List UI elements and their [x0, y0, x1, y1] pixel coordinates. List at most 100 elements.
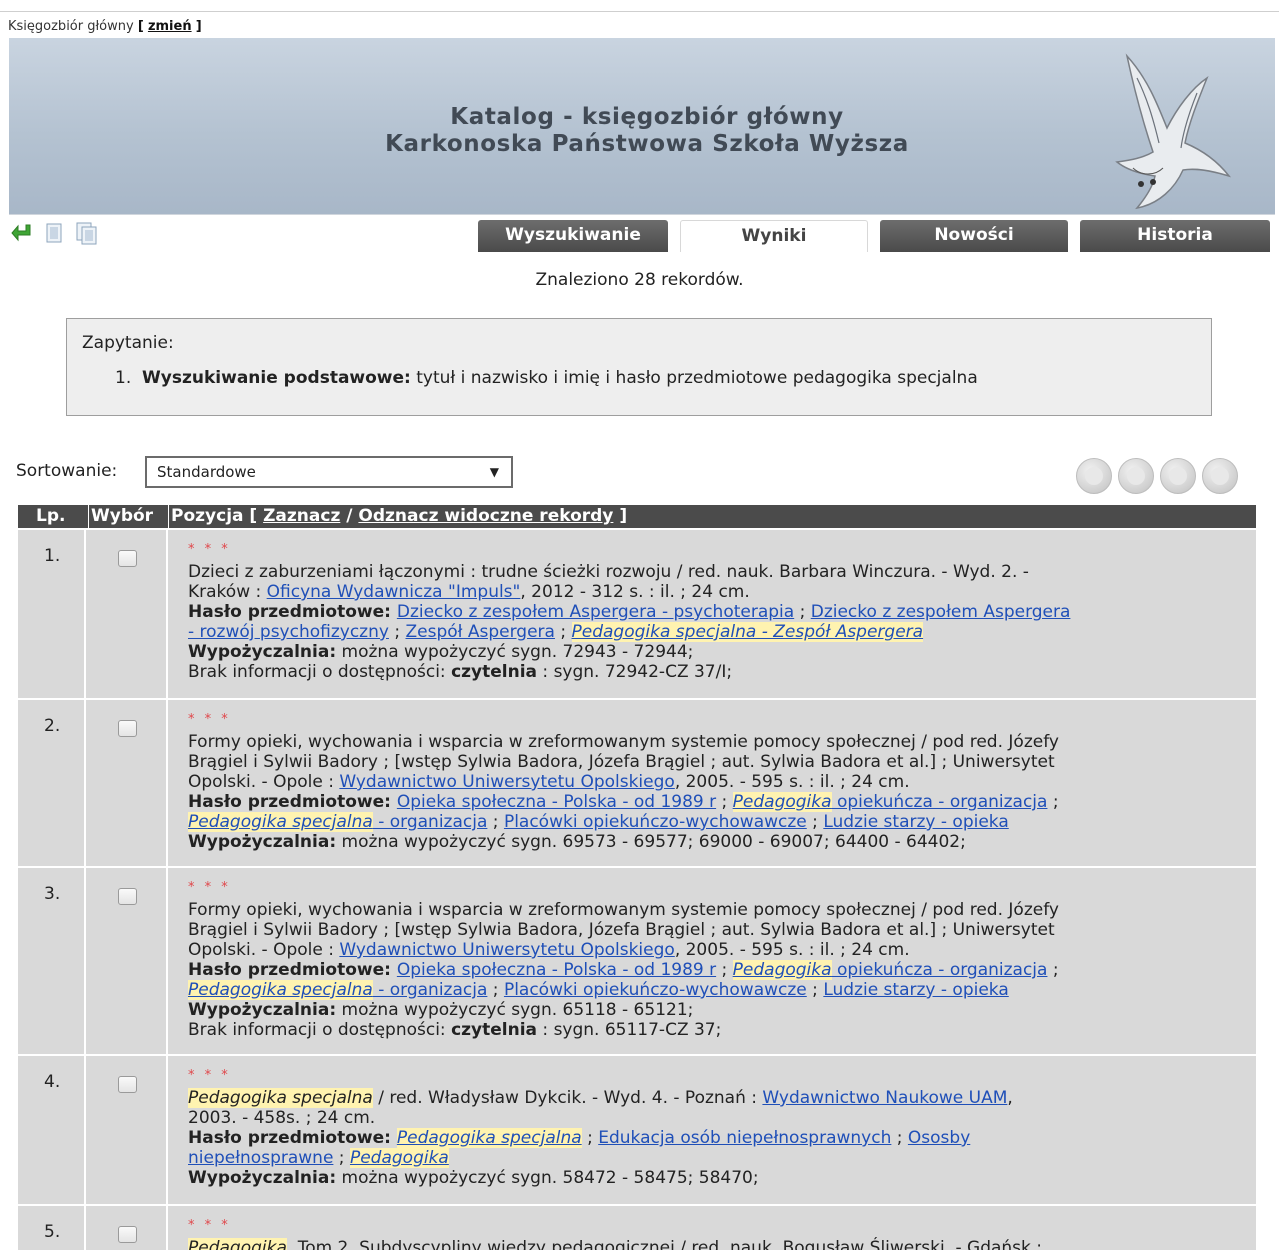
rating-stars: * * *	[188, 880, 231, 895]
header-pozycja: Pozycja [ Zaznacz / Odznacz widoczne rek…	[171, 505, 627, 528]
tab-wyniki[interactable]: Wyniki	[680, 220, 868, 252]
subject-link[interactable]: Pedagogika opiekuńcza - organizacja	[732, 792, 1047, 812]
rating-stars: * * *	[188, 1068, 231, 1083]
first-page-icon[interactable]	[1076, 458, 1112, 494]
subject-label: Hasło przedmiotowe:	[188, 960, 397, 980]
loan-label: Wypożyczalnia:	[188, 1168, 337, 1188]
institution-title: Karkonoska Państwowa Szkoła Wyższa	[385, 131, 909, 157]
back-arrow-icon[interactable]	[10, 221, 34, 245]
change-collection-link[interactable]: zmień	[148, 19, 192, 34]
row-checkbox[interactable]	[118, 1076, 137, 1093]
rating-stars: * * *	[188, 542, 231, 557]
owl-logo-icon	[1115, 53, 1232, 210]
subject-link[interactable]: Opieka społeczna - Polska - od 1989 r	[397, 792, 716, 812]
subject-link[interactable]: Ososby	[908, 1128, 970, 1148]
subject-link[interactable]: Zespół Aspergera	[405, 622, 554, 642]
tab-historia[interactable]: Historia	[1080, 220, 1270, 252]
subject-link-highlighted[interactable]: Pedagogika	[349, 1148, 449, 1168]
row-number: 1.	[18, 530, 86, 698]
deselect-visible-link[interactable]: Odznacz widoczne rekordy	[358, 506, 613, 526]
loan-text: można wypożyczyć sygn. 65118 - 65121;	[336, 1000, 694, 1020]
record-description: * * * Pedagogika specjalna / red. Władys…	[188, 1056, 1256, 1198]
table-header: Lp. Wybór Pozycja [ Zaznacz / Odznacz wi…	[18, 505, 1256, 528]
loan-label: Wypożyczalnia:	[188, 832, 337, 852]
header-separator	[88, 505, 89, 528]
collection-switcher: Księgozbiór główny [ zmień ]	[8, 19, 202, 34]
subject-link-highlighted[interactable]: Pedagogika specjalna	[396, 1128, 582, 1148]
row-select-cell	[88, 530, 168, 698]
subject-link[interactable]: Pedagogika specjalna - organizacja	[188, 812, 487, 832]
collection-label: Księgozbiór główny	[8, 19, 134, 34]
subject-link[interactable]: Ludzie starzy - opieka	[823, 812, 1008, 832]
multi-page-icon[interactable]	[74, 221, 98, 245]
record-title: Formy opieki, wychowania i wsparcia w zr…	[188, 732, 1059, 752]
record-title: Formy opieki, wychowania i wsparcia w zr…	[188, 900, 1059, 920]
record-title: Dzieci z zaburzeniami łączonymi : trudne…	[188, 562, 1029, 582]
subject-link[interactable]: Opieka społeczna - Polska - od 1989 r	[397, 960, 716, 980]
availability-text: : sygn. 72942-CZ 37/I;	[537, 662, 733, 682]
row-number: 5.	[18, 1206, 86, 1250]
highlight: Pedagogika specjalna	[188, 812, 373, 832]
table-row: 3. * * * Formy opieki, wychowania i wspa…	[18, 866, 1256, 1054]
loan-text: można wypożyczyć sygn. 58472 - 58475; 58…	[336, 1168, 759, 1188]
loan-text: można wypożyczyć sygn. 72943 - 72944;	[336, 642, 694, 662]
subject-separator: ;	[891, 1128, 908, 1148]
subject-separator: ;	[1047, 960, 1059, 980]
highlight: Pedagogika	[732, 960, 832, 980]
publisher-link[interactable]: Oficyna Wydawnicza "Impuls"	[267, 582, 521, 602]
subject-link-continued[interactable]: niepełnosprawne	[188, 1148, 333, 1168]
header-lp: Lp.	[36, 506, 66, 526]
subject-link[interactable]: Edukacja osób niepełnosprawnych	[598, 1128, 891, 1148]
record-details: ,	[1007, 1088, 1013, 1108]
table-row: 1. * * * Dzieci z zaburzeniami łączonymi…	[18, 528, 1256, 698]
row-checkbox[interactable]	[118, 1226, 137, 1243]
record-details: , 2012 - 312 s. : il. ; 24 cm.	[520, 582, 750, 602]
loan-text: można wypożyczyć sygn. 69573 - 69577; 69…	[336, 832, 966, 852]
subject-separator: ;	[333, 1148, 350, 1168]
subject-separator: ;	[716, 960, 733, 980]
row-select-cell	[88, 1206, 168, 1250]
subject-link[interactable]: Ludzie starzy - opieka	[823, 980, 1008, 1000]
query-number: 1.	[115, 368, 132, 388]
record-description: * * * Pedagogika. Tom 2, Subdyscypliny w…	[188, 1206, 1256, 1250]
subject-link[interactable]: Pedagogika specjalna - organizacja	[188, 980, 487, 1000]
next-page-icon[interactable]	[1160, 458, 1196, 494]
subject-separator: ;	[794, 602, 811, 622]
row-number: 4.	[18, 1056, 86, 1204]
subject-separator: ;	[388, 622, 406, 642]
tab-wyszukiwanie[interactable]: Wyszukiwanie	[478, 220, 668, 252]
row-checkbox[interactable]	[118, 720, 137, 737]
subject-link[interactable]: Placówki opiekuńczo-wychowawcze	[504, 980, 807, 1000]
subject-link[interactable]: Pedagogika opiekuńcza - organizacja	[732, 960, 1048, 980]
row-checkbox[interactable]	[118, 550, 137, 567]
single-page-icon[interactable]	[42, 221, 66, 245]
sort-select[interactable]: Standardowe ▼	[145, 456, 513, 488]
subject-link[interactable]: Dziecko z zespołem Aspergera	[811, 602, 1071, 622]
subject-separator: ;	[554, 622, 572, 642]
record-place: Kraków :	[188, 582, 267, 602]
subject-link[interactable]: Placówki opiekuńczo-wychowawcze	[504, 812, 807, 832]
last-page-icon[interactable]	[1202, 458, 1238, 494]
table-row: 5. * * * Pedagogika. Tom 2, Subdyscyplin…	[18, 1204, 1256, 1250]
sort-label: Sortowanie:	[16, 461, 118, 481]
record-details: , 2005. - 595 s. : il. ; 24 cm.	[674, 940, 910, 960]
toolbar-icons	[10, 218, 98, 248]
prev-page-icon[interactable]	[1118, 458, 1154, 494]
subject-link[interactable]: Dziecko z zespołem Aspergera - psychoter…	[397, 602, 794, 622]
cropped-text-remnant	[10, 0, 330, 4]
row-number: 3.	[18, 868, 86, 1054]
record-description: * * * Formy opieki, wychowania i wsparci…	[188, 868, 1256, 1050]
row-checkbox[interactable]	[118, 888, 137, 905]
subject-link-text: opiekuńcza - organizacja	[831, 960, 1048, 980]
header-pozycja-label: Pozycja [	[171, 506, 258, 526]
subject-link-text: - organizacja	[372, 980, 488, 1000]
record-description: * * * Formy opieki, wychowania i wsparci…	[188, 700, 1256, 862]
publisher-link[interactable]: Wydawnictwo Naukowe UAM	[762, 1088, 1007, 1108]
tab-nowosci[interactable]: Nowości	[880, 220, 1068, 252]
subject-link-highlighted[interactable]: Pedagogika specjalna - Zespół Aspergera	[571, 622, 924, 642]
select-all-link[interactable]: Zaznacz	[263, 506, 340, 526]
subject-link-continued[interactable]: - rozwój psychofizyczny	[188, 622, 389, 642]
publisher-link[interactable]: Wydawnictwo Uniwersytetu Opolskiego	[339, 772, 674, 792]
record-authors: Brągiel i Sylwii Badory ; [wstęp Sylwia …	[188, 752, 1055, 772]
publisher-link[interactable]: Wydawnictwo Uniwersytetu Opolskiego	[339, 940, 674, 960]
